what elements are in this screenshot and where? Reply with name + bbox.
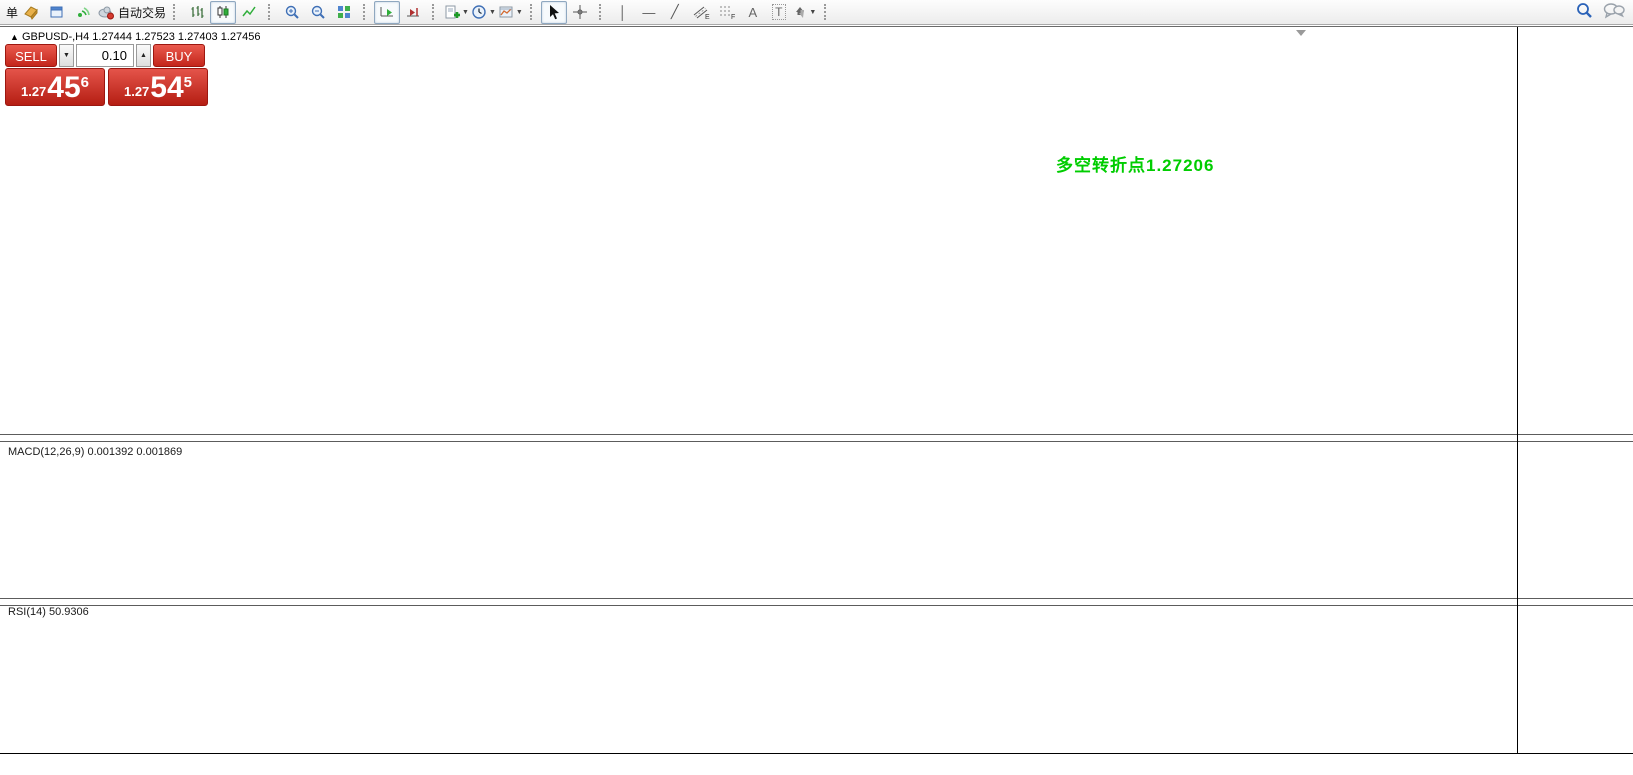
toolbar-grip[interactable]	[363, 4, 370, 20]
add-indicator-icon	[444, 4, 460, 20]
cursor-tool-button[interactable]	[541, 1, 567, 24]
eraser-icon	[23, 4, 39, 20]
zoom-in-icon	[284, 4, 300, 20]
time-axis-border	[0, 753, 1633, 754]
one-click-trading-panel: SELL ▼ 0.10 ▲ BUY 1.27 45 6 1.27 54 5	[5, 44, 211, 106]
auto-scroll-icon	[379, 4, 395, 20]
toolbar-grip[interactable]	[432, 4, 439, 20]
templates-button[interactable]: ▼	[497, 1, 524, 24]
buy-button[interactable]: BUY	[153, 44, 205, 67]
tile-windows-button[interactable]	[331, 1, 357, 24]
cursor-icon	[546, 4, 562, 20]
chevron-down-icon[interactable]: ▼	[462, 9, 469, 16]
spin-down-icon: ▼	[63, 52, 70, 59]
chevron-down-icon[interactable]: ▼	[516, 9, 523, 16]
zoom-out-icon	[310, 4, 326, 20]
chart-shift-icon	[405, 4, 421, 20]
horizontal-line-icon: —	[642, 5, 655, 20]
volume-input[interactable]: 0.10	[76, 44, 134, 67]
fibonacci-icon: F	[718, 4, 736, 20]
template-icon	[498, 4, 514, 20]
equidistant-channel-icon: E	[692, 4, 710, 20]
svg-text:F: F	[731, 14, 735, 20]
trendline-tool-button[interactable]: ╱	[662, 1, 688, 24]
mt4-terminal: { "toolbar": { "order_button": "单", "aut…	[0, 0, 1633, 774]
toolbar-right-icons	[1576, 2, 1625, 19]
chat-icon[interactable]	[1603, 2, 1625, 19]
text-tool-button[interactable]: A	[740, 1, 766, 24]
text-label-tool-button[interactable]: T	[766, 1, 792, 24]
new-order-button[interactable]: 单	[6, 4, 18, 21]
chevron-down-icon[interactable]: ▼	[809, 9, 816, 16]
line-chart-icon	[241, 4, 257, 20]
chart-shift-button[interactable]	[400, 1, 426, 24]
svg-text:E: E	[705, 14, 710, 20]
search-icon[interactable]	[1576, 2, 1593, 19]
volume-decrease-button[interactable]: ▼	[59, 44, 74, 67]
zoom-out-button[interactable]	[305, 1, 331, 24]
chart-shift-marker[interactable]	[1296, 30, 1306, 36]
chart-title: GBPUSD-,H4 1.27444 1.27523 1.27403 1.274…	[22, 31, 261, 43]
toolbar-grip[interactable]	[599, 4, 606, 20]
sell-price-prefix: 1.27	[21, 84, 46, 99]
spin-up-icon: ▲	[140, 52, 147, 59]
trendline-icon: ╱	[671, 4, 679, 20]
clock-icon	[471, 4, 487, 20]
autotrading-button[interactable]: 自动交易	[96, 1, 167, 24]
arrows-tool-button[interactable]: ▼	[792, 1, 818, 24]
signal-icon	[75, 4, 91, 20]
sell-price-big: 45	[47, 73, 80, 103]
text-label-icon: T	[772, 4, 785, 20]
line-chart-button[interactable]	[236, 1, 262, 24]
toolbar-grip[interactable]	[824, 4, 831, 20]
candlestick-chart-button[interactable]	[210, 1, 236, 24]
chart-canvas[interactable]	[0, 0, 1633, 774]
toolbar-grip[interactable]	[268, 4, 275, 20]
toolbar-grip[interactable]	[530, 4, 537, 20]
arrows-icon	[793, 4, 807, 20]
sell-button[interactable]: SELL	[5, 44, 57, 67]
vertical-line-tool-button[interactable]: │	[610, 1, 636, 24]
signals-button[interactable]	[70, 1, 96, 24]
autotrading-label: 自动交易	[118, 4, 166, 21]
vertical-line-icon: │	[619, 5, 627, 20]
channel-tool-button[interactable]: E	[688, 1, 714, 24]
tile-windows-icon	[336, 4, 352, 20]
autotrading-cloud-icon	[97, 4, 115, 20]
auto-scroll-button[interactable]	[374, 1, 400, 24]
main-toolbar: 单 自动交易 ▼ ▼	[0, 0, 1633, 25]
rsi-label: RSI(14) 50.9306	[8, 606, 89, 618]
chevron-down-icon[interactable]: ▼	[489, 9, 496, 16]
macd-label: MACD(12,26,9) 0.001392 0.001869	[8, 446, 182, 458]
toolbar-grip[interactable]	[173, 4, 180, 20]
zoom-in-button[interactable]	[279, 1, 305, 24]
window-icon	[49, 4, 65, 20]
price-axis-border	[1517, 27, 1518, 753]
crosshair-icon	[572, 4, 588, 20]
crosshair-tool-button[interactable]	[567, 1, 593, 24]
chart-title-row: ▲ GBPUSD-,H4 1.27444 1.27523 1.27403 1.2…	[10, 31, 261, 43]
history-center-icon[interactable]	[18, 1, 44, 24]
periods-button[interactable]: ▼	[470, 1, 497, 24]
ohlc-bars-icon	[189, 4, 205, 20]
buy-quote-display[interactable]: 1.27 54 5	[108, 68, 208, 106]
buy-price-pipette: 5	[184, 74, 192, 91]
text-a-icon: A	[749, 5, 758, 20]
indicators-button[interactable]: ▼	[443, 1, 470, 24]
sell-quote-display[interactable]: 1.27 45 6	[5, 68, 105, 106]
volume-increase-button[interactable]: ▲	[136, 44, 151, 67]
fibonacci-tool-button[interactable]: F	[714, 1, 740, 24]
pivot-annotation-text[interactable]: 多空转折点1.27206	[1056, 151, 1214, 176]
sell-price-pipette: 6	[81, 74, 89, 91]
macd-pane-separator[interactable]	[0, 434, 1633, 442]
buy-price-prefix: 1.27	[124, 84, 149, 99]
trend-arrow-icon: ▲	[10, 32, 19, 42]
bar-chart-button[interactable]	[184, 1, 210, 24]
horizontal-line-tool-button[interactable]: —	[636, 1, 662, 24]
rsi-pane-separator[interactable]	[0, 598, 1633, 606]
new-window-button[interactable]	[44, 1, 70, 24]
buy-price-big: 54	[150, 73, 183, 103]
candlestick-icon	[215, 4, 231, 20]
